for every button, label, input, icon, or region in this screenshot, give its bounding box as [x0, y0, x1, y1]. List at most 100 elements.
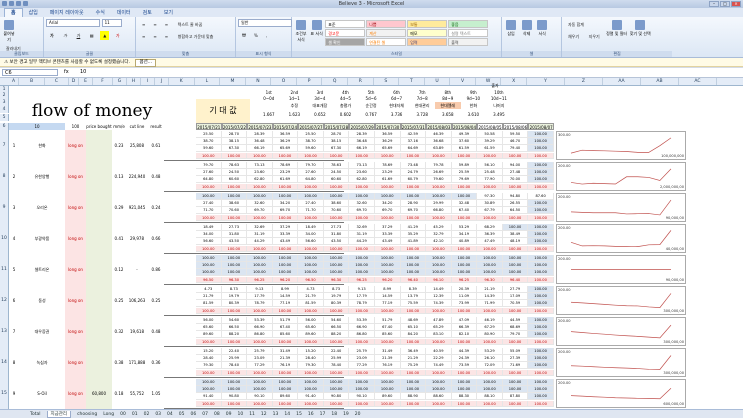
- grid-cell[interactable]: 100.00: [196, 214, 222, 222]
- grid-cell[interactable]: 100.00: [196, 255, 222, 262]
- grid-cell[interactable]: 90.10: [247, 393, 273, 401]
- expected-value-cell[interactable]: 3.658: [435, 111, 461, 118]
- grid-cell[interactable]: 59.50: [502, 131, 529, 138]
- grid-cell[interactable]: 18.49: [298, 224, 324, 231]
- grid-cell[interactable]: 100.00: [502, 245, 529, 253]
- grid-cell[interactable]: 96.25: [349, 276, 375, 284]
- grid-cell[interactable]: 67.40: [451, 207, 478, 215]
- grid-cell[interactable]: 27.60: [196, 169, 222, 176]
- grid-cell[interactable]: 90.80: [323, 393, 350, 401]
- row-header[interactable]: 15: [0, 378, 9, 409]
- stock-index[interactable]: 6: [9, 285, 19, 316]
- grid-cell[interactable]: 34.20: [374, 200, 401, 207]
- column-header[interactable]: H: [127, 78, 141, 85]
- cell-style-item[interactable]: 셀 확인: [325, 38, 366, 46]
- column-header[interactable]: V: [450, 78, 476, 85]
- grid-cell[interactable]: 38.70: [298, 138, 324, 145]
- grid-cell[interactable]: 8.73: [323, 286, 350, 293]
- grid-cell[interactable]: 64.80: [298, 176, 324, 184]
- grid-cell[interactable]: 100.00: [298, 369, 324, 377]
- position[interactable]: long on: [65, 130, 86, 161]
- grid-cell[interactable]: 32.69: [247, 224, 273, 231]
- grid-cell[interactable]: 100.00: [247, 214, 273, 222]
- grid-cell[interactable]: 88.30: [451, 393, 478, 401]
- grid-cell[interactable]: 100.00: [272, 183, 299, 191]
- grid-cell[interactable]: 19.79: [221, 293, 248, 300]
- grid-cell[interactable]: 40.59: [426, 348, 452, 355]
- mm-e[interactable]: 0.32: [112, 316, 126, 347]
- grid-cell[interactable]: 79.70: [298, 162, 324, 169]
- grid-cell[interactable]: 33.39: [272, 231, 299, 238]
- expected-value-cell[interactable]: 0.652: [307, 111, 333, 118]
- column-header[interactable]: U: [425, 78, 451, 85]
- fill-button[interactable]: 채우기: [565, 32, 582, 42]
- grid-cell[interactable]: 90.10: [349, 393, 375, 401]
- position[interactable]: long on: [65, 223, 86, 254]
- grid-cell[interactable]: 27.39: [502, 355, 529, 362]
- price-bought[interactable]: [86, 192, 112, 223]
- grid-cell[interactable]: 27.73: [221, 224, 248, 231]
- grid-cell[interactable]: 20.39: [451, 286, 478, 293]
- grid-cell[interactable]: 61.59: [451, 145, 478, 153]
- insert-cells-button[interactable]: 삽입: [504, 19, 518, 37]
- grid-cell[interactable]: 69.70: [400, 207, 427, 215]
- expected-value-cell[interactable]: 3.728: [409, 111, 435, 118]
- column-header[interactable]: K: [169, 78, 195, 85]
- mm-e[interactable]: 0.41: [112, 223, 126, 254]
- grid-cell[interactable]: 100.00: [374, 386, 401, 393]
- grid-cell[interactable]: 51.79: [374, 317, 401, 324]
- grid-cell[interactable]: 36.29: [272, 138, 299, 145]
- grid-cell[interactable]: 100.00: [477, 262, 503, 269]
- grid-cell[interactable]: 27.40: [196, 200, 222, 207]
- grid-cell[interactable]: 77.19: [374, 300, 401, 308]
- grid-cell[interactable]: 36.48: [247, 138, 273, 145]
- grid-cell[interactable]: 42.10: [426, 238, 452, 246]
- grid-cell[interactable]: 100.00: [221, 255, 248, 262]
- grid-cell[interactable]: 36.29: [374, 138, 401, 145]
- grid-cell[interactable]: 100.00: [349, 152, 375, 160]
- grid-cell[interactable]: 100.00: [196, 152, 222, 160]
- align-center-icon[interactable]: ≡: [150, 32, 159, 41]
- mm-e[interactable]: 0.12: [112, 254, 126, 285]
- grid-cell[interactable]: 88.20: [221, 331, 248, 339]
- grid-cell[interactable]: 77.19: [272, 300, 299, 308]
- grid-cell[interactable]: 100.00: [349, 369, 375, 377]
- grid-cell[interactable]: 100.00: [400, 307, 427, 315]
- grid-cell[interactable]: 100.00: [528, 255, 554, 262]
- grid-cell[interactable]: 87.80: [502, 393, 529, 401]
- grid-cell[interactable]: 100.00: [451, 193, 478, 200]
- sheet-tab[interactable]: 14: [284, 412, 290, 417]
- grid-cell[interactable]: 96.30: [477, 276, 503, 284]
- grid-cell[interactable]: 81.59: [196, 300, 222, 308]
- grid-cell[interactable]: 100.00: [221, 269, 248, 277]
- grid-cell[interactable]: 88.60: [426, 393, 452, 401]
- grid-cell[interactable]: 100.00: [528, 152, 554, 160]
- position[interactable]: long on: [65, 161, 86, 192]
- grid-cell[interactable]: 100.00: [400, 369, 427, 377]
- grid-cell[interactable]: 41.89: [400, 238, 427, 246]
- row-header[interactable]: 14: [0, 347, 9, 378]
- grid-cell[interactable]: 62.80: [247, 176, 273, 184]
- date-header[interactable]: 2015/07/24: [272, 123, 299, 130]
- grid-cell[interactable]: 32.60: [349, 200, 375, 207]
- grid-cell[interactable]: 100.00: [298, 386, 324, 393]
- grid-cell[interactable]: 47.89: [426, 317, 452, 324]
- grid-cell[interactable]: 100.00: [502, 369, 529, 377]
- grid-cell[interactable]: 100.00: [374, 307, 401, 315]
- grid-cell[interactable]: 70.60: [323, 207, 350, 215]
- grid-cell[interactable]: 85.60: [272, 331, 299, 339]
- grid-cell[interactable]: 100.00: [426, 255, 452, 262]
- cut-line[interactable]: 19,618: [126, 316, 148, 347]
- grid-cell[interactable]: 8.39: [400, 286, 427, 293]
- grid-cell[interactable]: 31.49: [272, 348, 299, 355]
- stock-short-label[interactable]: 순간정: [358, 102, 384, 109]
- cell-style-item[interactable]: 경고문: [325, 29, 366, 37]
- grid-cell[interactable]: 96.25: [451, 276, 478, 284]
- cut-line[interactable]: 106,263: [126, 285, 148, 316]
- grid-cell[interactable]: 100.00: [528, 400, 554, 408]
- grid-cell[interactable]: 100.00: [323, 193, 350, 200]
- expected-value-cell[interactable]: 1.623: [282, 111, 308, 118]
- grid-cell[interactable]: 91.40: [298, 393, 324, 401]
- grid-cell[interactable]: 60.60: [323, 176, 350, 184]
- grid-cell[interactable]: 71.69: [502, 362, 529, 370]
